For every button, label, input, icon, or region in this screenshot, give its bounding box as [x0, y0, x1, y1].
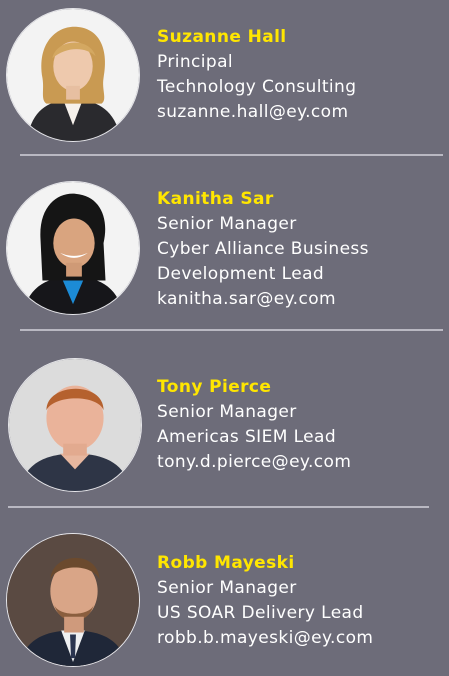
contact-email[interactable]: kanitha.sar@ey.com	[157, 287, 369, 312]
contact-name: Suzanne Hall	[157, 27, 287, 47]
contact-info: Robb Mayeski Senior Manager US SOAR Deli…	[157, 551, 373, 651]
contact-email[interactable]: tony.d.pierce@ey.com	[157, 450, 351, 475]
contact-role: Cyber Alliance Business	[157, 239, 369, 259]
man-suit-portrait-icon	[7, 534, 139, 666]
avatar	[8, 358, 142, 492]
contact-email[interactable]: robb.b.mayeski@ey.com	[157, 626, 373, 651]
divider	[20, 329, 443, 331]
contact-info: Suzanne Hall Principal Technology Consul…	[157, 25, 356, 125]
contact-title: Senior Manager	[157, 214, 297, 234]
contact-role: Technology Consulting	[157, 77, 357, 97]
contact-info: Kanitha Sar Senior Manager Cyber Allianc…	[157, 187, 369, 312]
contact-title: Principal	[157, 52, 234, 72]
contact-role: US SOAR Delivery Lead	[157, 603, 364, 623]
contact-role: Americas SIEM Lead	[157, 427, 337, 447]
contact-role: Development Lead	[157, 264, 325, 284]
contact-name: Kanitha Sar	[157, 189, 274, 209]
avatar	[6, 8, 140, 142]
contact-title: Senior Manager	[157, 578, 297, 598]
woman-dark-hair-portrait-icon	[7, 182, 139, 314]
avatar	[6, 533, 140, 667]
contact-info: Tony Pierce Senior Manager Americas SIEM…	[157, 375, 351, 475]
contact-email[interactable]: suzanne.hall@ey.com	[157, 100, 356, 125]
divider	[20, 154, 443, 156]
man-red-hair-portrait-icon	[9, 359, 141, 491]
contact-name: Tony Pierce	[157, 377, 272, 397]
woman-blonde-portrait-icon	[7, 9, 139, 141]
contact-title: Senior Manager	[157, 402, 297, 422]
divider	[8, 506, 429, 508]
contact-name: Robb Mayeski	[157, 553, 295, 573]
avatar	[6, 181, 140, 315]
